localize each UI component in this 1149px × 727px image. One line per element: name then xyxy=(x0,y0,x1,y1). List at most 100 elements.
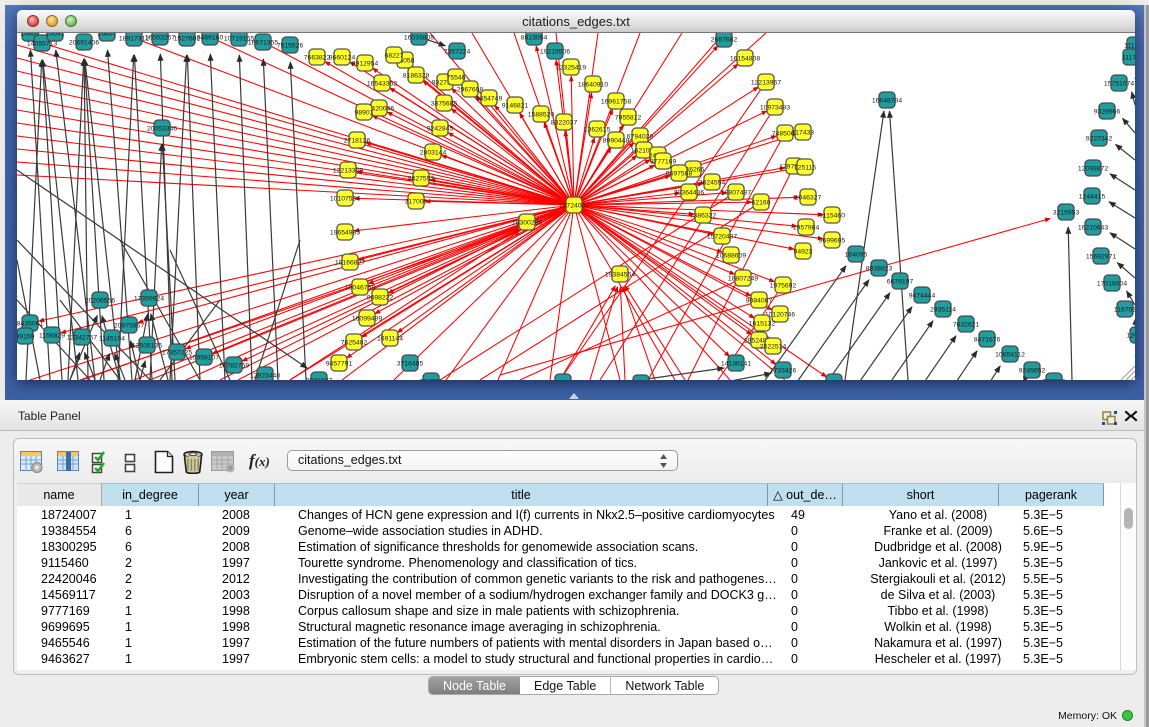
svg-text:16543362: 16543362 xyxy=(367,81,397,88)
svg-text:10958107: 10958107 xyxy=(189,355,219,362)
svg-text:17357225: 17357225 xyxy=(162,350,192,357)
svg-text:2803144: 2803144 xyxy=(420,150,447,157)
svg-text:6679197: 6679197 xyxy=(887,279,914,286)
svg-text:8813054: 8813054 xyxy=(521,35,548,42)
svg-text:10688609: 10688609 xyxy=(716,253,746,260)
svg-text:7663822: 7663822 xyxy=(304,55,331,62)
svg-text:18724007: 18724007 xyxy=(559,203,589,210)
svg-text:11174: 11174 xyxy=(1122,55,1135,62)
svg-text:9329966: 9329966 xyxy=(1094,109,1121,116)
svg-text:16961758: 16961758 xyxy=(601,99,631,106)
svg-text:17359924: 17359924 xyxy=(134,296,164,303)
svg-text:7515526: 7515526 xyxy=(277,43,304,50)
svg-text:2718126: 2718126 xyxy=(344,138,371,145)
svg-text:120571: 120571 xyxy=(1127,333,1135,340)
svg-text:15720407: 15720407 xyxy=(707,234,737,241)
svg-text:20975867: 20975867 xyxy=(114,323,144,330)
svg-text:9031937: 9031937 xyxy=(306,378,333,381)
svg-text:1975692: 1975692 xyxy=(770,283,797,290)
svg-text:8322037: 8322037 xyxy=(551,120,578,127)
svg-text:8427552: 8427552 xyxy=(408,176,435,183)
svg-text:10973493: 10973493 xyxy=(760,105,790,112)
svg-text:1156829: 1156829 xyxy=(39,333,65,340)
svg-text:1046327: 1046327 xyxy=(795,195,822,202)
svg-text:20053346: 20053346 xyxy=(147,126,177,133)
svg-text:20091: 20091 xyxy=(46,33,65,38)
svg-text:8435061: 8435061 xyxy=(17,321,43,328)
svg-text:16154808: 16154808 xyxy=(730,56,760,63)
svg-text:20691406: 20691406 xyxy=(69,40,99,47)
svg-text:9242845: 9242845 xyxy=(427,126,454,133)
svg-text:12342757: 12342757 xyxy=(67,335,97,342)
svg-text:2935114: 2935114 xyxy=(930,307,956,314)
svg-text:10107554: 10107554 xyxy=(330,196,360,203)
svg-text:9245652: 9245652 xyxy=(1019,368,1046,375)
svg-text:20364436: 20364436 xyxy=(674,190,704,197)
svg-text:7386322: 7386322 xyxy=(690,213,717,220)
svg-text:941506: 941506 xyxy=(823,380,846,381)
svg-text:12923448: 12923448 xyxy=(250,373,280,380)
svg-text:9777169: 9777169 xyxy=(650,159,677,166)
svg-text:10046758: 10046758 xyxy=(345,285,375,292)
svg-text:62160: 62160 xyxy=(752,200,771,207)
svg-text:8471676: 8471676 xyxy=(974,337,1001,344)
svg-text:15692971: 15692971 xyxy=(1086,254,1116,261)
svg-text:14136141: 14136141 xyxy=(721,361,751,368)
svg-text:10807487: 10807487 xyxy=(721,190,751,197)
svg-text:6466160: 6466160 xyxy=(197,35,224,42)
svg-text:1957984: 1957984 xyxy=(793,225,820,232)
svg-text:9474444: 9474444 xyxy=(909,293,936,300)
svg-text:116753: 116753 xyxy=(1114,307,1135,314)
svg-text:12093872: 12093872 xyxy=(1078,166,1108,173)
svg-text:16210643: 16210643 xyxy=(1078,225,1108,232)
svg-text:12213369: 12213369 xyxy=(333,168,363,175)
svg-text:17016504: 17016504 xyxy=(1097,281,1127,288)
svg-text:125115: 125115 xyxy=(794,165,816,172)
svg-text:98901: 98901 xyxy=(355,110,374,117)
svg-text:16053267: 16053267 xyxy=(145,35,175,42)
svg-text:94923: 94923 xyxy=(794,249,813,256)
svg-text:3824554: 3824554 xyxy=(699,180,726,187)
svg-text:19218506: 19218506 xyxy=(540,49,570,56)
svg-text:9084067: 9084067 xyxy=(746,298,773,305)
svg-text:9498222: 9498222 xyxy=(367,295,394,302)
svg-text:2687682: 2687682 xyxy=(711,37,738,44)
svg-text:1362615: 1362615 xyxy=(584,127,611,134)
svg-text:16671355: 16671355 xyxy=(248,40,278,47)
svg-text:9227342: 9227342 xyxy=(1086,136,1113,143)
svg-text:1615132: 1615132 xyxy=(749,321,776,328)
svg-text:19654983: 19654983 xyxy=(330,230,360,237)
svg-text:12213967: 12213967 xyxy=(751,80,781,87)
svg-text:7632621: 7632621 xyxy=(953,322,980,329)
svg-text:7955812: 7955812 xyxy=(615,115,642,122)
svg-text:68227: 68227 xyxy=(385,53,404,60)
svg-text:9115460: 9115460 xyxy=(819,213,845,220)
svg-text:18807249: 18807249 xyxy=(728,276,758,283)
svg-text:7625402: 7625402 xyxy=(341,340,368,347)
svg-text:12505135: 12505135 xyxy=(132,343,162,350)
svg-text:1244415: 1244415 xyxy=(1079,194,1106,201)
svg-text:3215953: 3215953 xyxy=(1053,210,1080,217)
svg-text:6794028: 6794028 xyxy=(627,134,654,141)
svg-text:8454749: 8454749 xyxy=(476,96,503,103)
svg-text:1588520: 1588520 xyxy=(528,112,555,119)
svg-text:16782759: 16782759 xyxy=(219,363,249,370)
svg-text:12325419: 12325419 xyxy=(556,65,586,72)
svg-text:16648784: 16648784 xyxy=(872,98,902,105)
svg-text:10654112: 10654112 xyxy=(995,352,1025,359)
svg-text:976302: 976302 xyxy=(1043,379,1066,381)
svg-text:317006: 317006 xyxy=(405,199,428,206)
svg-text:9146821: 9146821 xyxy=(502,103,529,110)
svg-text:3875685: 3875685 xyxy=(431,101,458,108)
svg-text:16857: 16857 xyxy=(98,33,117,38)
svg-text:39159: 39159 xyxy=(17,334,35,341)
svg-text:1145194: 1145194 xyxy=(99,336,125,343)
svg-text:20206556: 20206556 xyxy=(85,298,115,305)
svg-text:19384554: 19384554 xyxy=(605,272,635,279)
svg-text:9699695: 9699695 xyxy=(819,238,846,245)
svg-text:1691144: 1691144 xyxy=(377,336,403,343)
svg-text:75546: 75546 xyxy=(447,75,466,82)
svg-text:154816: 154816 xyxy=(552,380,575,381)
svg-text:8186328: 8186328 xyxy=(403,73,430,80)
svg-text:9457791: 9457791 xyxy=(326,361,353,368)
